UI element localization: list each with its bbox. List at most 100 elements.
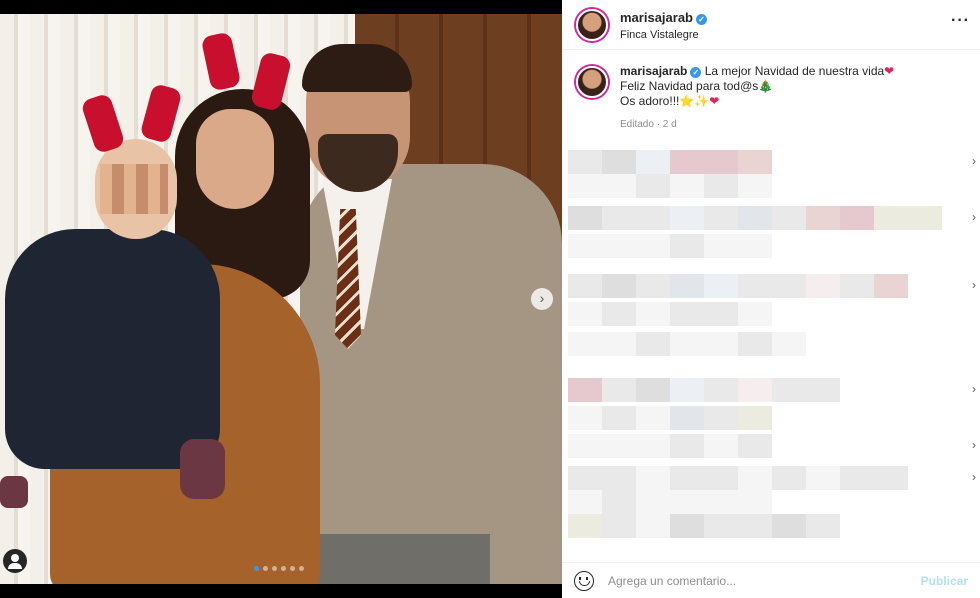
- pixel-block: [806, 514, 840, 538]
- comment-row: [568, 274, 908, 298]
- avatar[interactable]: [576, 8, 608, 41]
- comments-pixelated: › › › › › ›: [562, 142, 980, 552]
- pixel-block: [636, 332, 670, 356]
- pixel-block: [874, 206, 908, 230]
- pixel-block: [704, 514, 738, 538]
- comment-row: [568, 406, 772, 430]
- pixel-block: [840, 466, 874, 490]
- comment-row: [568, 466, 908, 490]
- avatar[interactable]: [576, 66, 608, 98]
- location-link[interactable]: Finca Vistalegre: [620, 29, 707, 41]
- comment-row: [568, 150, 772, 174]
- pixel-block: [568, 378, 602, 402]
- chevron-right-icon[interactable]: ›: [972, 278, 976, 292]
- post-photo[interactable]: [0, 14, 562, 584]
- photo-panel: ›: [0, 0, 562, 598]
- chevron-right-icon: ›: [539, 290, 545, 306]
- pixel-block: [602, 514, 636, 538]
- pixel-block: [602, 332, 636, 356]
- pixel-block: [738, 378, 772, 402]
- pixel-block: [670, 302, 704, 326]
- user-tag-icon[interactable]: [3, 549, 27, 573]
- pixel-block: [772, 206, 806, 230]
- caption-line-1: La mejor Navidad de nuestra vida: [704, 64, 885, 78]
- emoji-icon[interactable]: [574, 570, 594, 591]
- comment-row: [568, 174, 772, 198]
- pixel-block: [636, 490, 670, 514]
- pixel-block: [670, 150, 704, 174]
- carousel-next-button[interactable]: ›: [531, 288, 553, 310]
- caption-username[interactable]: marisajarab: [620, 64, 687, 78]
- pixel-block: [636, 514, 670, 538]
- heart-emoji-icon: ❤: [884, 64, 895, 78]
- comment-row: [568, 302, 772, 326]
- heart-emoji-icon: ❤: [709, 94, 720, 108]
- pixel-block: [568, 234, 602, 258]
- pixel-block: [636, 206, 670, 230]
- pixel-block: [602, 434, 636, 458]
- star-emoji-icon: ⭐: [679, 94, 695, 108]
- pixel-block: [704, 150, 738, 174]
- verified-icon: ✓: [690, 67, 702, 78]
- pixel-block: [704, 234, 738, 258]
- pixel-block: [568, 514, 602, 538]
- pixel-block: [602, 490, 636, 514]
- pixel-block: [670, 490, 704, 514]
- baby-outfit: [5, 229, 220, 469]
- publish-button[interactable]: Publicar: [921, 574, 968, 588]
- comment-row: [568, 434, 772, 458]
- woman-face: [196, 109, 274, 209]
- chevron-right-icon[interactable]: ›: [972, 154, 976, 168]
- pixel-block: [636, 174, 670, 198]
- pixel-block: [738, 332, 772, 356]
- pixel-block: [602, 406, 636, 430]
- comment-input[interactable]: [608, 573, 921, 588]
- pixel-block: [704, 490, 738, 514]
- pixel-block: [636, 378, 670, 402]
- pixel-block: [738, 434, 772, 458]
- pixel-block: [568, 434, 602, 458]
- pixel-block: [772, 378, 806, 402]
- pixel-block: [568, 174, 602, 198]
- verified-icon: ✓: [696, 13, 707, 25]
- chevron-right-icon[interactable]: ›: [972, 382, 976, 396]
- pixel-block: [704, 378, 738, 402]
- pixel-block: [602, 174, 636, 198]
- pixel-block: [738, 150, 772, 174]
- pixel-block: [840, 274, 874, 298]
- pixel-block: [670, 206, 704, 230]
- pixel-block: [738, 406, 772, 430]
- chevron-right-icon[interactable]: ›: [972, 470, 976, 484]
- pixel-block: [806, 466, 840, 490]
- pixel-block: [636, 274, 670, 298]
- caption: marisajarab ✓ La mejor Navidad de nuestra…: [562, 50, 980, 132]
- pixel-block: [772, 332, 806, 356]
- pixel-block: [704, 274, 738, 298]
- pixel-block: [568, 466, 602, 490]
- pixel-block: [670, 514, 704, 538]
- man-pants: [315, 534, 490, 584]
- pixel-block: [874, 274, 908, 298]
- pixel-block: [738, 274, 772, 298]
- header-username[interactable]: marisajarab: [620, 10, 693, 25]
- chevron-right-icon[interactable]: ›: [972, 210, 976, 224]
- pixel-block: [840, 206, 874, 230]
- pixel-block: [738, 234, 772, 258]
- pixel-block: [704, 434, 738, 458]
- more-options-icon[interactable]: ···: [951, 12, 970, 30]
- pixel-block: [602, 150, 636, 174]
- pixel-block: [908, 206, 942, 230]
- pixel-block: [568, 490, 602, 514]
- pixel-block: [772, 274, 806, 298]
- baby-shoe-right: [180, 439, 225, 499]
- pixel-block: [874, 466, 908, 490]
- carousel-dot: [281, 566, 286, 571]
- pixel-block: [772, 466, 806, 490]
- pixel-block: [636, 150, 670, 174]
- pixel-block: [704, 406, 738, 430]
- chevron-right-icon[interactable]: ›: [972, 438, 976, 452]
- blurred-face: [100, 164, 168, 214]
- pixel-block: [568, 206, 602, 230]
- carousel-indicator: [254, 566, 304, 571]
- pixel-block: [704, 332, 738, 356]
